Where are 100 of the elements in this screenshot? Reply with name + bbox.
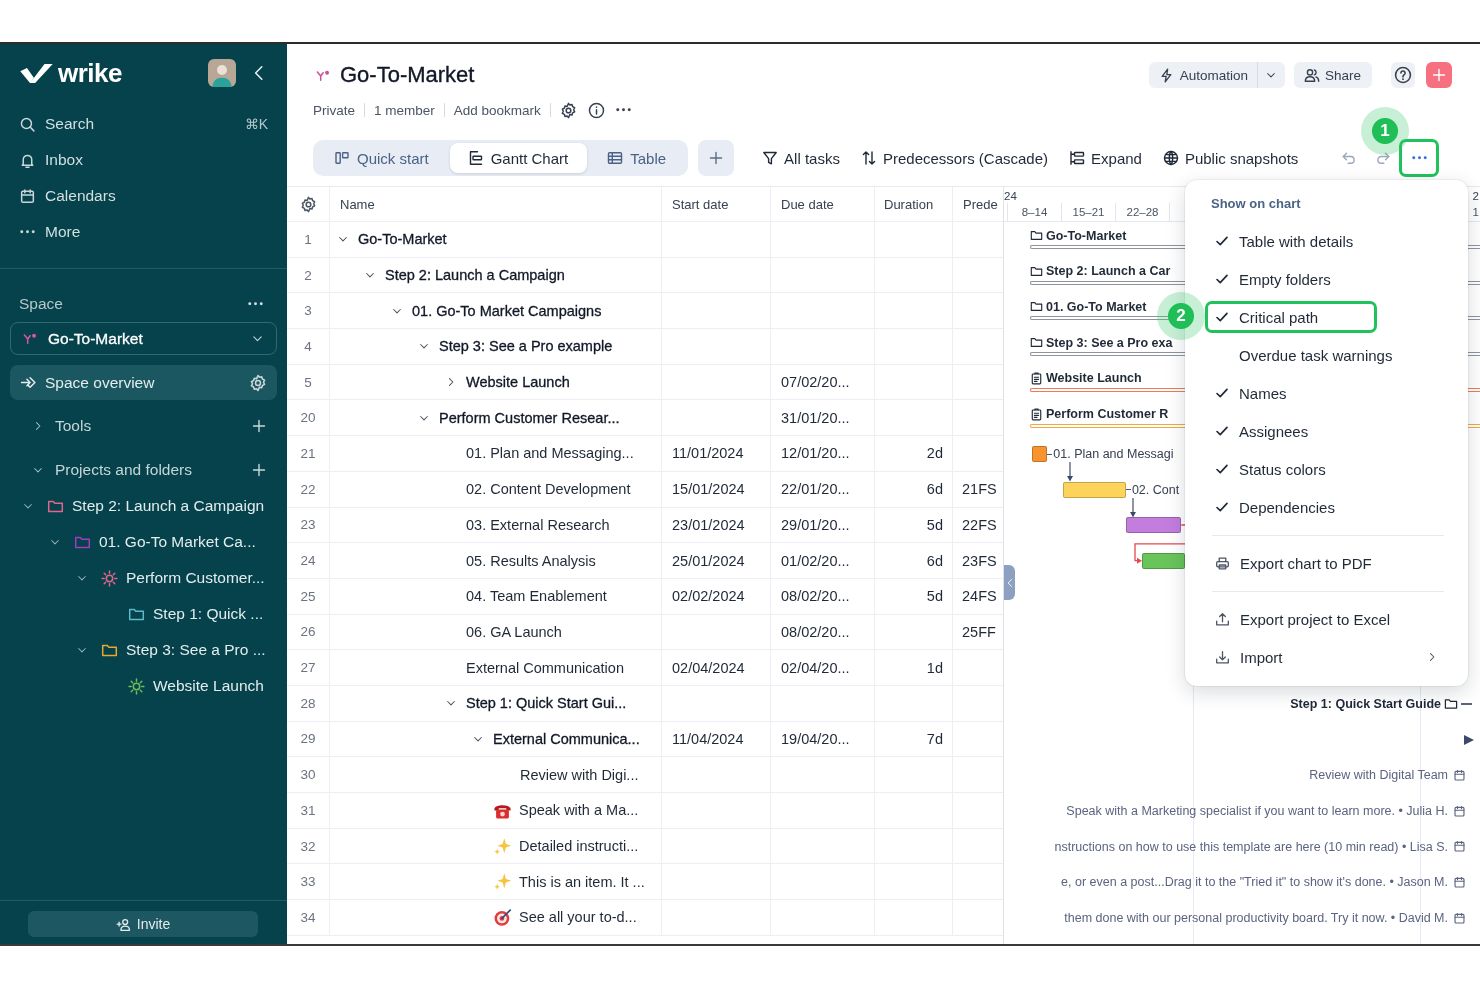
column-header[interactable]: Prede	[953, 187, 1003, 221]
nav-item[interactable]: Calendars	[45, 187, 116, 205]
tree-item[interactable]: Step 2: Launch a Campaign	[0, 488, 287, 524]
space-selector[interactable]: Go-To-Market	[10, 322, 277, 355]
triangle-icon[interactable]	[1464, 734, 1474, 745]
gantt-label[interactable]: them done with our personal productivity board. Try it now. • David M.	[1064, 911, 1448, 926]
task-name[interactable]: Website Launch	[466, 374, 570, 391]
task-name[interactable]: Perform Customer Resear...	[439, 409, 620, 426]
gantt-icon	[467, 150, 484, 166]
invite-button[interactable]: Invite	[28, 911, 258, 937]
toolbar-button[interactable]: Expand	[1069, 149, 1142, 167]
gantt-label[interactable]: Step 2: Launch a Car	[1046, 264, 1171, 279]
toolbar-button[interactable]: Predecessors (Cascade)	[860, 149, 1049, 167]
tree-item[interactable]: Perform Customer...	[0, 560, 287, 596]
nav-item[interactable]: More	[45, 223, 81, 241]
dots-icon[interactable]	[615, 108, 631, 112]
column-header[interactable]: Duration	[875, 187, 953, 221]
gear-icon[interactable]	[299, 195, 317, 213]
tree-item[interactable]: 01. Go-To Market Ca...	[0, 524, 287, 560]
task-name[interactable]: 05. Results Analysis	[466, 552, 596, 569]
task-name[interactable]: 01. Go-To Market Campaigns	[412, 302, 602, 319]
task-bar[interactable]	[1125, 517, 1181, 534]
search-icon[interactable]	[19, 115, 36, 133]
nav-item[interactable]: Search	[45, 115, 95, 133]
task-name[interactable]: See all your to-d...	[519, 909, 637, 926]
gantt-label[interactable]: Go-To-Market	[1046, 228, 1127, 243]
toolbar-button[interactable]: Public snapshots	[1162, 149, 1299, 167]
avatar[interactable]	[208, 59, 236, 87]
upload-icon	[1215, 611, 1230, 627]
sidebar-item[interactable]: Projects and folders	[10, 452, 277, 488]
meta-link[interactable]: Add bookmark	[453, 102, 541, 118]
task-name[interactable]: External Communication	[466, 659, 624, 676]
task-name[interactable]: Review with Digi...	[520, 766, 639, 783]
meta-link[interactable]: Private	[313, 102, 356, 118]
task-bar[interactable]	[1141, 553, 1185, 570]
sidebar-item[interactable]: Space overview	[10, 365, 277, 400]
gantt-label[interactable]: 01. Go-To Market	[1046, 299, 1147, 314]
task-name[interactable]: Go-To-Market	[358, 231, 447, 248]
add-view-button[interactable]	[698, 140, 735, 176]
tree-item[interactable]: Step 1: Quick ...	[0, 596, 287, 632]
gear-icon[interactable]	[559, 101, 577, 119]
help-button[interactable]	[1391, 62, 1415, 88]
task-name[interactable]: External Communica...	[493, 730, 640, 747]
menu-item[interactable]: Export chart to PDF	[1205, 547, 1448, 579]
column-header[interactable]: Due date	[771, 187, 875, 221]
gantt-label[interactable]: e, or even a post...Drag it to the "Tried it" to show it's done. • Jason M.	[1061, 875, 1448, 890]
check-icon	[1215, 310, 1229, 324]
task-name[interactable]: Speak with a Ma...	[519, 802, 639, 819]
task-name[interactable]: 03. External Research	[466, 516, 610, 533]
task-name[interactable]: Step 3: See a Pro example	[439, 338, 613, 355]
nav-item[interactable]: Inbox	[45, 151, 83, 169]
task-name[interactable]: 04. Team Enablement	[466, 588, 607, 605]
column-header[interactable]: Start date	[662, 187, 771, 221]
task-bar[interactable]	[1031, 446, 1048, 463]
menu-item[interactable]: Overdue task warnings	[1205, 339, 1448, 371]
plus-icon[interactable]	[251, 462, 267, 478]
toolbar-button[interactable]: All tasks	[762, 149, 840, 167]
sidebar-item[interactable]: Tools	[10, 408, 277, 444]
gantt-label[interactable]: Review with Digital Team	[1309, 768, 1448, 783]
task-name[interactable]: Step 2: Launch a Campaign	[385, 267, 565, 284]
view-tab[interactable]: Gantt Chart	[449, 143, 588, 173]
automation-button[interactable]: Automation	[1148, 62, 1257, 88]
menu-item[interactable]: Status colors	[1205, 453, 1448, 485]
dots-icon[interactable]	[20, 230, 35, 234]
dots-icon[interactable]	[248, 302, 263, 306]
menu-item[interactable]: Table with details	[1205, 225, 1448, 257]
add-button[interactable]	[1426, 62, 1452, 88]
gantt-label[interactable]: Perform Customer R	[1046, 407, 1169, 421]
task-name[interactable]: Detailed instructi...	[519, 838, 639, 855]
plus-icon[interactable]	[251, 418, 267, 434]
gantt-label[interactable]: 01. Plan and Messagi	[1047, 446, 1174, 463]
menu-item[interactable]: Export project to Excel	[1205, 603, 1448, 635]
task-name[interactable]: 02. Content Development	[466, 481, 631, 498]
info-icon[interactable]	[587, 101, 605, 119]
tree-item[interactable]: Step 3: See a Pro ...	[0, 632, 287, 668]
collapse-handle[interactable]	[1004, 565, 1015, 600]
gantt-label[interactable]: Website Launch	[1046, 371, 1142, 386]
menu-item[interactable]: Dependencies	[1205, 491, 1448, 523]
due-date-cell: 22/01/20...	[771, 471, 875, 507]
calendar-icon[interactable]	[19, 187, 36, 205]
share-button[interactable]: Share	[1293, 62, 1372, 88]
gantt-label[interactable]: nstructions on how to use this template are here (10 min read) • Lisa S.	[1054, 839, 1448, 854]
menu-item[interactable]: Names	[1205, 377, 1448, 409]
menu-item[interactable]: Assignees	[1205, 415, 1448, 447]
meta-link[interactable]: 1 member	[374, 102, 435, 118]
gear-icon[interactable]	[249, 373, 267, 392]
task-name[interactable]: This is an item. It ...	[519, 873, 645, 890]
view-tab[interactable]: Quick start	[316, 143, 448, 173]
task-name[interactable]: 06. GA Launch	[466, 623, 562, 640]
menu-item[interactable]: Import	[1205, 641, 1448, 673]
column-header[interactable]: Name	[330, 187, 662, 221]
gantt-label[interactable]: Step 1: Quick Start Guide	[1290, 696, 1441, 711]
check-icon	[1215, 386, 1229, 400]
tree-item[interactable]: Website Launch	[0, 668, 287, 704]
task-name[interactable]: 01. Plan and Messaging...	[466, 445, 634, 462]
task-name[interactable]: Step 1: Quick Start Gui...	[466, 695, 627, 712]
menu-item[interactable]: Critical path	[1205, 301, 1378, 333]
view-tab[interactable]: Table	[589, 143, 686, 173]
menu-item[interactable]: Empty folders	[1205, 263, 1448, 295]
gantt-label[interactable]: Speak with a Marketing specialist if you want to learn more. • Julia H.	[1066, 804, 1448, 819]
